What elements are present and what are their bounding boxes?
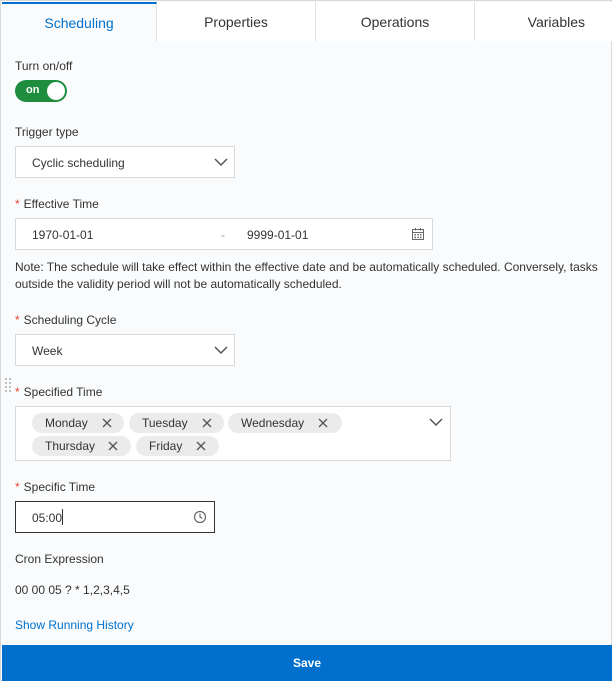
show-running-history-link[interactable]: Show Running History xyxy=(15,618,134,632)
scheduling-cycle-label-text: Scheduling Cycle xyxy=(23,313,117,327)
tag-thursday: Thursday xyxy=(32,436,131,456)
required-mark: * xyxy=(15,313,20,327)
specific-time-label-text: Specific Time xyxy=(23,480,96,494)
effective-end-date[interactable]: 9999-01-01 xyxy=(247,228,308,242)
turn-on-off-label: Turn on/off xyxy=(15,59,73,73)
tag-monday: Monday xyxy=(32,413,124,433)
tag-tuesday: Tuesday xyxy=(129,413,224,433)
tag-label: Monday xyxy=(45,416,88,430)
required-mark: * xyxy=(15,385,20,399)
specified-time-label-text: Specified Time xyxy=(23,385,103,399)
clock-icon[interactable] xyxy=(193,510,207,524)
specified-time-multiselect[interactable]: Monday Tuesday Wednesday Thursday Friday xyxy=(15,406,451,461)
scheduling-cycle-value: Week xyxy=(32,344,63,358)
specified-time-label: * Specified Time xyxy=(15,385,102,399)
effective-time-label-text: Effective Time xyxy=(23,197,99,211)
tag-label: Friday xyxy=(149,439,183,453)
tab-bar: Scheduling Properties Operations Variabl… xyxy=(2,2,612,42)
specific-time-input[interactable]: 05:00 xyxy=(15,501,215,533)
effective-date-range[interactable]: 1970-01-01 - 9999-01-01 xyxy=(15,218,433,250)
drag-handle-icon[interactable] xyxy=(4,377,12,395)
specific-time-label: * Specific Time xyxy=(15,480,95,494)
save-button[interactable]: Save xyxy=(2,645,612,681)
toggle-knob xyxy=(47,82,65,100)
chevron-down-icon xyxy=(214,346,228,355)
trigger-type-label: Trigger type xyxy=(15,125,79,139)
toggle-state-text: on xyxy=(26,84,40,96)
effective-start-date[interactable]: 1970-01-01 xyxy=(32,228,93,242)
effective-time-note: Note: The schedule will take effect with… xyxy=(15,260,598,291)
scheduling-cycle-label: * Scheduling Cycle xyxy=(15,313,116,327)
enable-toggle[interactable]: on xyxy=(15,80,67,102)
effective-time-label: * Effective Time xyxy=(15,197,99,211)
tab-properties[interactable]: Properties xyxy=(157,2,316,41)
tag-label: Tuesday xyxy=(142,416,188,430)
close-icon[interactable] xyxy=(196,441,206,451)
trigger-type-value: Cyclic scheduling xyxy=(32,156,125,170)
required-mark: * xyxy=(15,197,20,211)
cron-expression-value: 00 00 05 ? * 1,2,3,4,5 xyxy=(15,583,130,597)
close-icon[interactable] xyxy=(202,418,212,428)
scheduling-cycle-select[interactable]: Week xyxy=(15,334,235,366)
specific-time-value[interactable]: 05:00 xyxy=(32,511,62,525)
tag-label: Thursday xyxy=(45,439,96,453)
tab-variables[interactable]: Variables xyxy=(475,2,612,41)
date-range-separator: - xyxy=(221,228,225,242)
chevron-down-icon xyxy=(214,158,228,167)
close-icon[interactable] xyxy=(318,418,328,428)
tab-scheduling[interactable]: Scheduling xyxy=(2,2,157,42)
close-icon[interactable] xyxy=(108,441,118,451)
tag-label: Wednesday xyxy=(241,416,305,430)
text-cursor xyxy=(62,509,63,525)
trigger-type-select[interactable]: Cyclic scheduling xyxy=(15,146,235,178)
tag-wednesday: Wednesday xyxy=(228,413,342,433)
tag-friday: Friday xyxy=(136,436,219,456)
calendar-icon[interactable] xyxy=(411,227,425,241)
cron-expression-label: Cron Expression xyxy=(15,552,104,566)
chevron-down-icon[interactable] xyxy=(429,415,443,429)
tab-operations[interactable]: Operations xyxy=(316,2,475,41)
required-mark: * xyxy=(15,480,20,494)
close-icon[interactable] xyxy=(102,418,112,428)
scheduling-panel: Scheduling Properties Operations Variabl… xyxy=(0,0,612,681)
